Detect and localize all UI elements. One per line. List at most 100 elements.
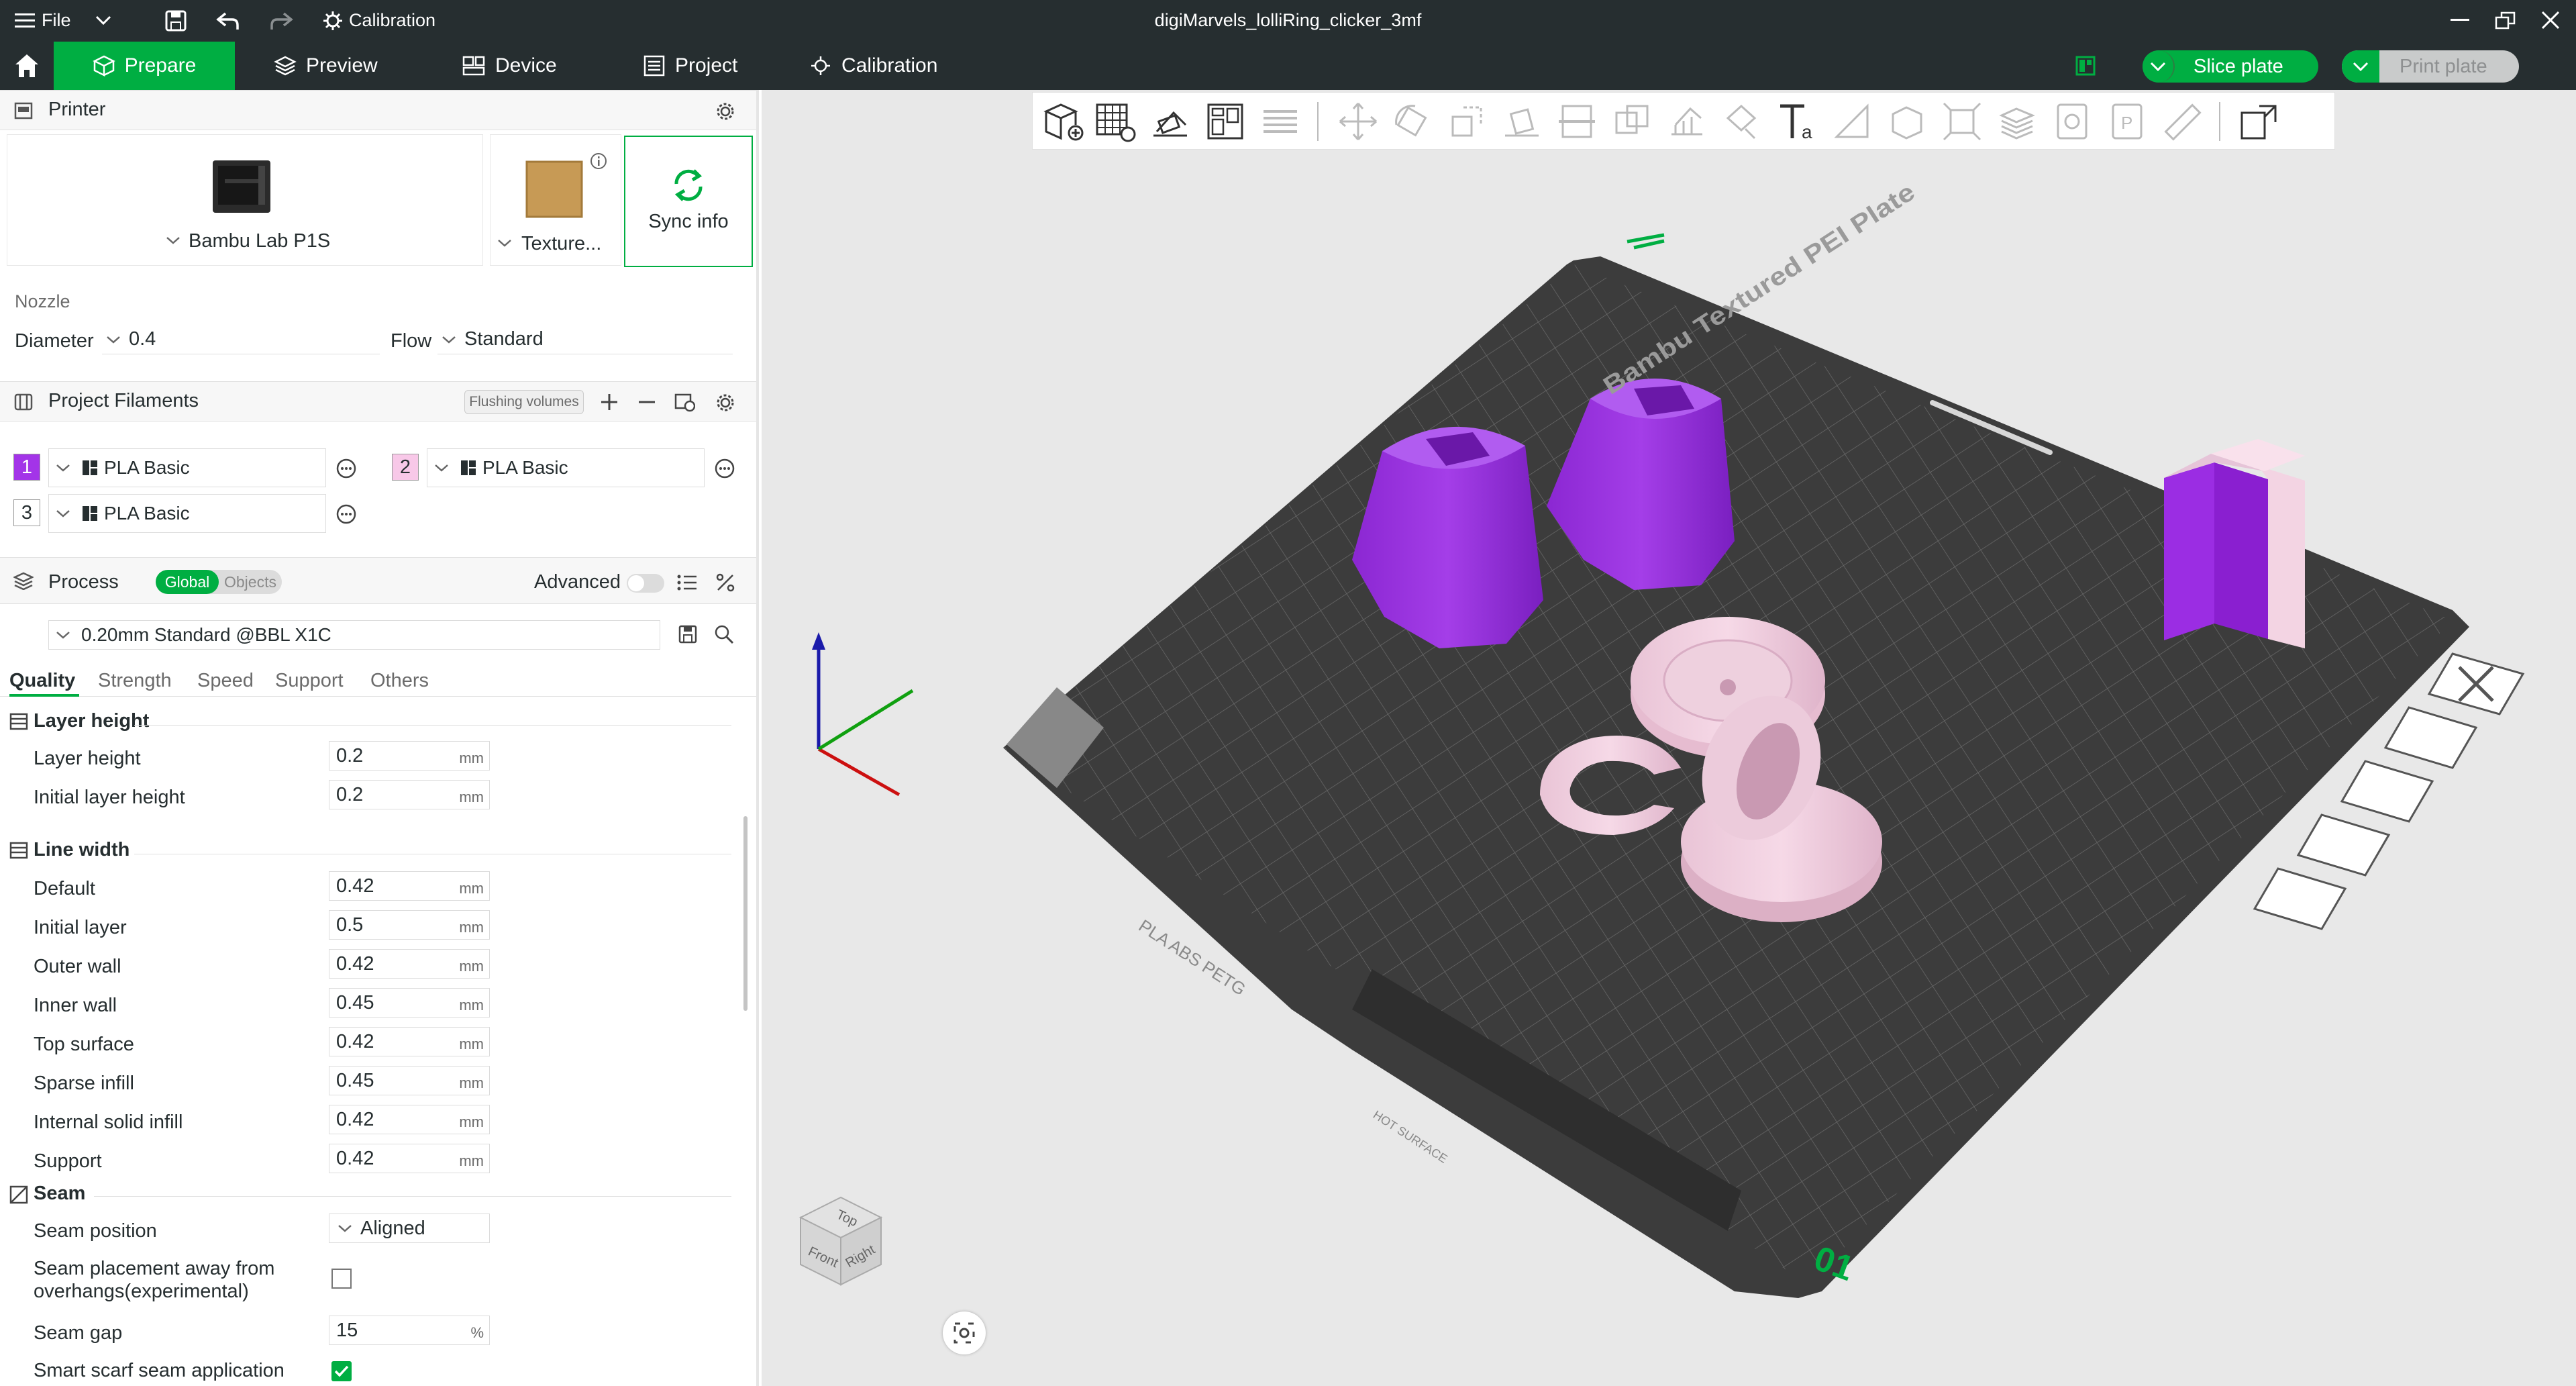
fit-bounding-icon[interactable] bbox=[1939, 98, 1986, 145]
seam-position-select[interactable]: Aligned bbox=[329, 1214, 490, 1243]
tab-quality[interactable]: Quality bbox=[9, 670, 75, 692]
filament-1-select[interactable]: PLA Basic bbox=[48, 448, 326, 487]
diameter-select[interactable]: 0.4 bbox=[102, 325, 380, 354]
tab-calibration[interactable]: Calibration bbox=[809, 42, 937, 90]
initial-layer-line-width-input[interactable]: 0.5 mm bbox=[329, 910, 490, 940]
initial-layer-height-input[interactable]: 0.2 mm bbox=[329, 780, 490, 809]
tab-project[interactable]: Project bbox=[643, 42, 737, 90]
seam-gap-input[interactable]: 15% bbox=[329, 1316, 490, 1345]
advanced-label: Advanced bbox=[534, 571, 621, 593]
minimize-icon[interactable] bbox=[2451, 19, 2469, 21]
chevron-down-icon[interactable] bbox=[497, 238, 512, 248]
home-icon[interactable] bbox=[13, 52, 40, 79]
tab-speed[interactable]: Speed bbox=[197, 670, 254, 692]
flow-select[interactable]: Standard bbox=[437, 325, 733, 354]
objects-toggle[interactable]: Objects bbox=[219, 570, 282, 594]
fit-view-button[interactable] bbox=[943, 1311, 986, 1354]
filament-2-swatch[interactable]: 2 bbox=[392, 454, 419, 481]
global-objects-toggle[interactable]: Global Objects bbox=[156, 570, 282, 594]
tab-calibration-label: Calibration bbox=[841, 54, 938, 77]
add-filament-icon[interactable] bbox=[600, 393, 619, 411]
split-lines-icon[interactable] bbox=[1257, 98, 1304, 145]
tab-prepare[interactable]: Prepare bbox=[54, 42, 235, 90]
filament-sync-icon[interactable] bbox=[674, 391, 695, 413]
view-cube[interactable]: Top Front Right bbox=[787, 1191, 894, 1291]
close-icon[interactable] bbox=[2541, 11, 2560, 30]
print-plate-button[interactable]: Print plate bbox=[2342, 50, 2519, 83]
settings-scrollbar[interactable] bbox=[743, 816, 748, 1011]
support-paint-icon[interactable] bbox=[1663, 98, 1710, 145]
default-line-width-input[interactable]: 0.42 mm bbox=[329, 871, 490, 901]
filament-1-swatch[interactable]: 1 bbox=[13, 454, 40, 481]
outer-wall-input[interactable]: 0.42 mm bbox=[329, 949, 490, 979]
filament-1-edit-icon[interactable] bbox=[336, 458, 357, 479]
top-surface-input[interactable]: 0.42 mm bbox=[329, 1027, 490, 1056]
add-object-icon[interactable] bbox=[1038, 98, 1085, 145]
print-dropdown[interactable] bbox=[2342, 50, 2379, 83]
sync-icon bbox=[674, 169, 703, 201]
slice-dropdown[interactable] bbox=[2143, 50, 2175, 83]
chevron-down-icon[interactable] bbox=[166, 236, 181, 245]
filament-3-swatch[interactable]: 3 bbox=[13, 499, 40, 526]
seam-gap-value: 15 bbox=[336, 1319, 358, 1341]
internal-solid-infill-input[interactable]: 0.42 mm bbox=[329, 1105, 490, 1134]
lay-on-face-icon[interactable] bbox=[1498, 98, 1545, 145]
move-icon[interactable] bbox=[1335, 98, 1382, 145]
inner-wall-input[interactable]: 0.45 mm bbox=[329, 988, 490, 1018]
sync-info-button[interactable]: Sync info bbox=[624, 136, 753, 267]
seam-away-checkbox[interactable] bbox=[331, 1269, 352, 1289]
boolean-icon[interactable] bbox=[1608, 98, 1655, 145]
seam-paint-icon[interactable] bbox=[1718, 98, 1765, 145]
save-preset-icon[interactable] bbox=[678, 624, 698, 644]
layout-toggle-icon[interactable] bbox=[2075, 55, 2096, 77]
cut-icon[interactable] bbox=[1553, 98, 1600, 145]
assembly-icon[interactable] bbox=[1884, 98, 1930, 145]
filament-2-edit-icon[interactable] bbox=[714, 458, 735, 479]
filament-3-select[interactable]: PLA Basic bbox=[48, 494, 326, 533]
measure-plane-icon[interactable] bbox=[1828, 98, 1875, 145]
variable-layer-icon[interactable] bbox=[1994, 98, 2041, 145]
advanced-switch[interactable] bbox=[627, 574, 664, 593]
printer-settings-gear-icon[interactable] bbox=[715, 101, 735, 121]
tab-preview[interactable]: Preview bbox=[274, 42, 378, 90]
tab-others[interactable]: Others bbox=[370, 670, 429, 692]
tab-support[interactable]: Support bbox=[275, 670, 344, 692]
explode-view-icon[interactable] bbox=[2235, 98, 2282, 145]
rotate-icon[interactable] bbox=[1388, 98, 1435, 145]
list-icon[interactable] bbox=[676, 573, 698, 593]
tab-device[interactable]: Device bbox=[462, 42, 557, 90]
process-preset-select[interactable]: 0.20mm Standard @BBL X1C bbox=[48, 620, 660, 650]
auto-orient-icon[interactable] bbox=[1147, 98, 1194, 145]
compare-percent-icon[interactable] bbox=[715, 573, 735, 593]
ruler-icon[interactable] bbox=[2159, 98, 2206, 145]
chevron-down-icon bbox=[56, 632, 70, 639]
unit-label: mm bbox=[459, 750, 484, 766]
info-icon[interactable] bbox=[590, 152, 607, 170]
layer-height-input[interactable]: 0.2 mm bbox=[329, 741, 490, 771]
slice-plate-button[interactable]: Slice plate bbox=[2143, 50, 2318, 83]
parameter-icon[interactable]: P bbox=[2104, 98, 2151, 145]
scale-icon[interactable] bbox=[1443, 98, 1490, 145]
mmu-segment-icon[interactable] bbox=[2049, 98, 2096, 145]
sparse-infill-input[interactable]: 0.45 mm bbox=[329, 1066, 490, 1095]
3d-viewport[interactable]: Bambu Textured PEI Plate PLA ABS PETG HO… bbox=[762, 90, 2576, 1386]
printer-card[interactable]: Bambu Lab P1S bbox=[7, 134, 483, 266]
search-icon[interactable] bbox=[714, 624, 734, 644]
process-layers-icon bbox=[13, 572, 34, 590]
add-plate-icon[interactable] bbox=[1092, 98, 1139, 145]
flushing-volumes-button[interactable]: Flushing volumes bbox=[464, 390, 584, 414]
window-title: digiMarvels_lolliRing_clicker_3mf bbox=[1154, 10, 1422, 30]
filament-2-select[interactable]: PLA Basic bbox=[427, 448, 705, 487]
filament-settings-gear-icon[interactable] bbox=[715, 393, 735, 413]
global-toggle[interactable]: Global bbox=[156, 570, 219, 594]
support-line-width-input[interactable]: 0.42 mm bbox=[329, 1144, 490, 1173]
tab-strength[interactable]: Strength bbox=[98, 670, 172, 692]
scarf-seam-checkbox[interactable] bbox=[331, 1361, 352, 1381]
restore-icon[interactable] bbox=[2495, 11, 2516, 31]
filament-3-edit-icon[interactable] bbox=[336, 503, 357, 525]
plate-type-card[interactable]: Texture... bbox=[490, 134, 621, 266]
outer-wall-value: 0.42 bbox=[336, 952, 374, 975]
remove-filament-icon[interactable] bbox=[637, 393, 656, 411]
text-icon[interactable]: a bbox=[1773, 98, 1820, 145]
arrange-icon[interactable] bbox=[1202, 98, 1249, 145]
